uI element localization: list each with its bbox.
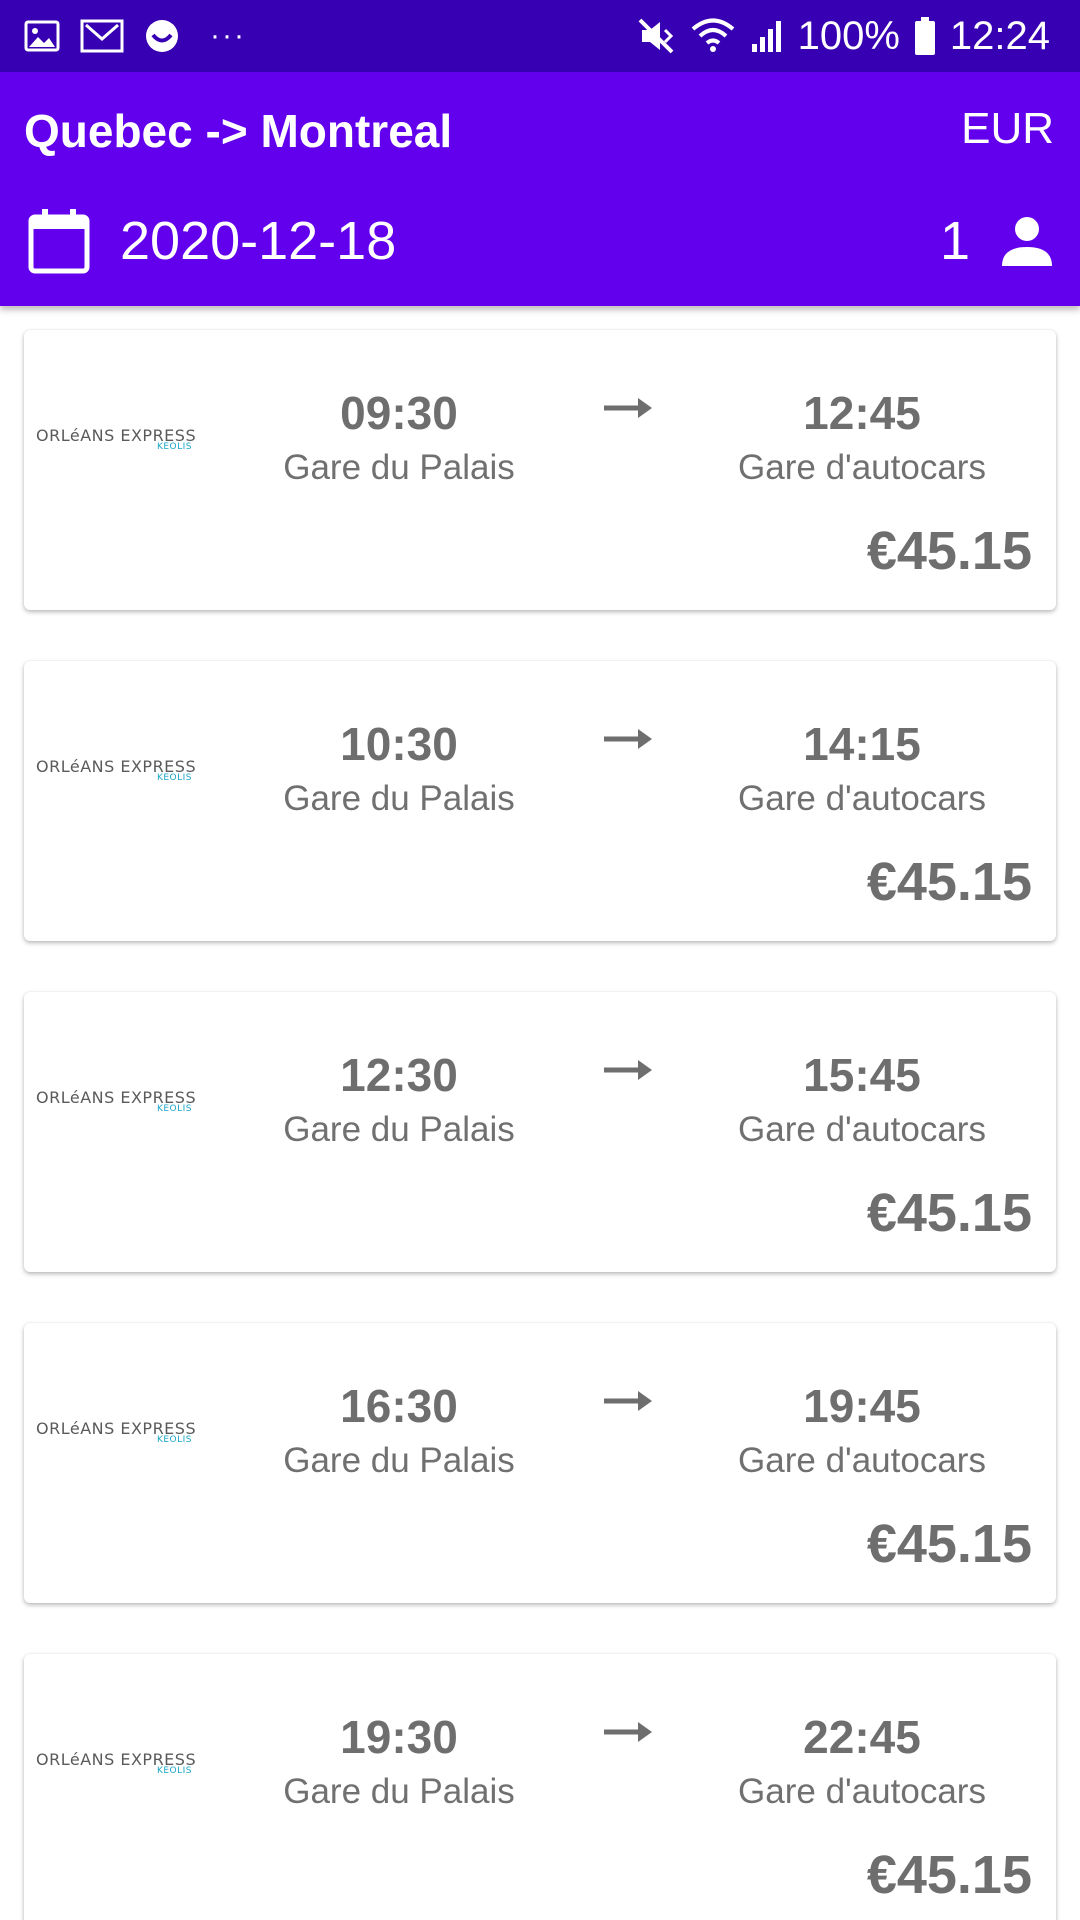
- route-title: Quebec -> Montreal: [24, 105, 453, 157]
- departure-station: Gare du Palais: [283, 1110, 515, 1149]
- operator-subname: KEOLIS: [156, 1104, 192, 1114]
- arrival-time: 15:45: [803, 1049, 921, 1101]
- arrival-station: Gare d'autocars: [738, 1772, 986, 1811]
- departure-time: 12:30: [340, 1049, 458, 1101]
- departure: 19:30 Gare du Palais: [269, 1710, 529, 1812]
- departure-time: 09:30: [340, 387, 458, 439]
- operator-logo: ORLéANS EXPRESS KEOLIS: [36, 1088, 196, 1118]
- gallery-icon: [24, 20, 60, 52]
- trip-list[interactable]: ORLéANS EXPRESS KEOLIS 09:30 Gare du Palais…: [0, 306, 1080, 1920]
- trip-card[interactable]: ORLéANS EXPRESS KEOLIS 12:30 Gare du Palais…: [24, 992, 1056, 1272]
- trip-price: €45.15: [866, 1514, 1032, 1574]
- trip-price: €45.15: [866, 521, 1032, 581]
- departure: 12:30 Gare du Palais: [269, 1048, 529, 1150]
- person-icon: [1000, 214, 1054, 268]
- calendar-icon: [28, 207, 90, 275]
- arrival-station: Gare d'autocars: [738, 779, 986, 818]
- arrival-time: 22:45: [803, 1711, 921, 1763]
- mute-icon: [636, 16, 676, 56]
- gmail-icon: [80, 19, 124, 53]
- operator-logo: ORLéANS EXPRESS KEOLIS: [36, 426, 196, 456]
- passenger-count: 1: [939, 211, 970, 271]
- departure: 10:30 Gare du Palais: [269, 717, 529, 819]
- trip-price: €45.15: [866, 852, 1032, 912]
- arrival: 19:45 Gare d'autocars: [732, 1379, 992, 1481]
- arrow-right-icon: [604, 1389, 654, 1418]
- arrival-time: 19:45: [803, 1380, 921, 1432]
- battery-percent: 100%: [797, 13, 900, 58]
- arrow-right-icon: [604, 1720, 654, 1749]
- arrow-right-icon: [604, 1058, 654, 1087]
- emoji-app-icon: [144, 18, 180, 54]
- operator-subname: KEOLIS: [156, 1766, 192, 1776]
- arrival-time: 14:15: [803, 718, 921, 770]
- arrival: 12:45 Gare d'autocars: [732, 386, 992, 488]
- battery-icon: [914, 16, 936, 56]
- operator-logo: ORLéANS EXPRESS KEOLIS: [36, 757, 196, 787]
- clock: 12:24: [949, 13, 1050, 58]
- system-status: 100% 12:24: [636, 0, 1050, 72]
- arrival: 15:45 Gare d'autocars: [732, 1048, 992, 1150]
- arrival: 14:15 Gare d'autocars: [732, 717, 992, 819]
- operator-subname: KEOLIS: [156, 1435, 192, 1445]
- wifi-icon: [690, 16, 736, 56]
- date-picker[interactable]: 2020-12-18: [28, 206, 396, 276]
- trip-card[interactable]: ORLéANS EXPRESS KEOLIS 19:30 Gare du Palais…: [24, 1654, 1056, 1920]
- departure-station: Gare du Palais: [283, 779, 515, 818]
- trip-card[interactable]: ORLéANS EXPRESS KEOLIS 10:30 Gare du Palais…: [24, 661, 1056, 941]
- arrow-right-icon: [604, 396, 654, 425]
- arrival-station: Gare d'autocars: [738, 1441, 986, 1480]
- app-bar: Quebec -> Montreal EUR 2020-12-18 1: [0, 72, 1080, 306]
- operator-subname: KEOLIS: [156, 442, 192, 452]
- trip-card[interactable]: ORLéANS EXPRESS KEOLIS 16:30 Gare du Palais…: [24, 1323, 1056, 1603]
- arrival: 22:45 Gare d'autocars: [732, 1710, 992, 1812]
- arrival-time: 12:45: [803, 387, 921, 439]
- departure-station: Gare du Palais: [283, 1772, 515, 1811]
- trip-card[interactable]: ORLéANS EXPRESS KEOLIS 09:30 Gare du Palais…: [24, 330, 1056, 610]
- trip-price: €45.15: [866, 1845, 1032, 1905]
- operator-subname: KEOLIS: [156, 773, 192, 783]
- departure: 16:30 Gare du Palais: [269, 1379, 529, 1481]
- arrival-station: Gare d'autocars: [738, 448, 986, 487]
- arrow-right-icon: [604, 727, 654, 756]
- passenger-selector[interactable]: 1: [940, 206, 1054, 276]
- notification-icons: ···: [24, 0, 246, 72]
- departure-station: Gare du Palais: [283, 1441, 515, 1480]
- departure-station: Gare du Palais: [283, 448, 515, 487]
- status-bar: ··· 100% 12:24: [0, 0, 1080, 72]
- operator-logo: ORLéANS EXPRESS KEOLIS: [36, 1750, 196, 1780]
- departure: 09:30 Gare du Palais: [269, 386, 529, 488]
- departure-time: 10:30: [340, 718, 458, 770]
- operator-logo: ORLéANS EXPRESS KEOLIS: [36, 1419, 196, 1449]
- signal-icon: [750, 18, 784, 54]
- more-notifications-icon: ···: [210, 19, 246, 52]
- currency-selector[interactable]: EUR: [961, 104, 1054, 154]
- departure-time: 16:30: [340, 1380, 458, 1432]
- trip-price: €45.15: [866, 1183, 1032, 1243]
- travel-date: 2020-12-18: [120, 211, 397, 271]
- departure-time: 19:30: [340, 1711, 458, 1763]
- arrival-station: Gare d'autocars: [738, 1110, 986, 1149]
